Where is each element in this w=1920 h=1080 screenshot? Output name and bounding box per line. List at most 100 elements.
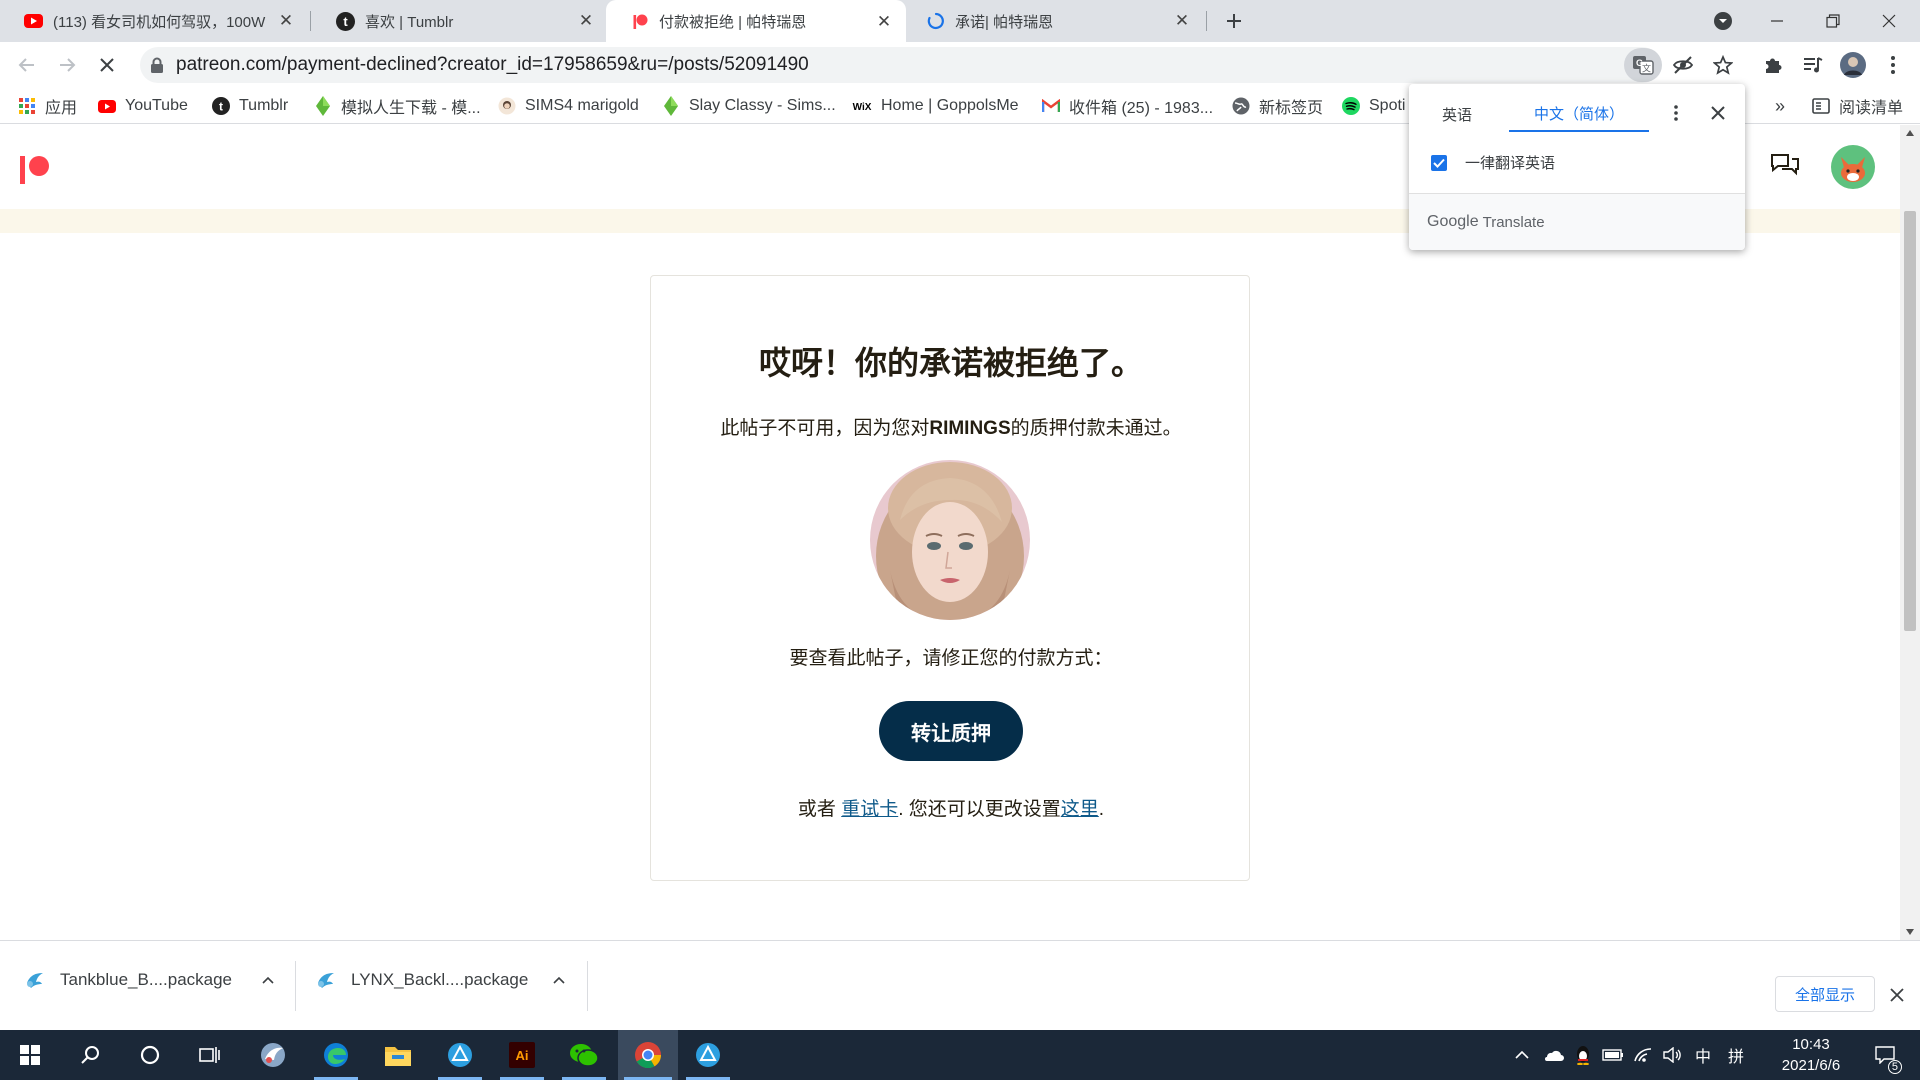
sims-package-icon <box>318 973 334 988</box>
taskbar-app-wechat[interactable] <box>556 1030 612 1080</box>
tracking-blocked-button[interactable] <box>1666 48 1700 82</box>
download-shelf: Tankblue_B....package LYNX_Backl....pack… <box>0 940 1920 1030</box>
scroll-up-arrow-icon[interactable] <box>1905 129 1915 137</box>
bookmark-new-tab[interactable]: 新标签页 <box>1232 88 1323 124</box>
arrow-right-icon <box>60 58 76 72</box>
new-tab-button[interactable] <box>1220 7 1248 35</box>
taskbar-app-chrome[interactable] <box>618 1030 678 1080</box>
bookmark-sims4-marigold[interactable]: SIMS4 marigold <box>498 88 639 124</box>
system-clock[interactable]: 10:43 2021/6/6 <box>1766 1034 1856 1076</box>
media-control-button[interactable] <box>1796 48 1830 82</box>
retry-card-link[interactable]: 重试卡 <box>841 799 898 820</box>
bookmark-slay-classy[interactable]: Slay Classy - Sims... <box>662 88 836 124</box>
tab-search-button[interactable] <box>1696 0 1750 42</box>
bookmark-tumblr[interactable]: t Tumblr <box>212 88 288 124</box>
taskbar-app-file-explorer[interactable] <box>370 1030 426 1080</box>
tab-strip: (113) 看女司机如何驾驭，100W ✕ t 喜欢 | Tumblr ✕ 付款… <box>0 0 1920 43</box>
close-icon <box>1711 106 1725 120</box>
close-download-shelf-button[interactable] <box>1890 988 1904 1007</box>
onedrive-tray[interactable] <box>1540 1030 1566 1080</box>
translate-page-button[interactable]: G文 <box>1624 48 1662 82</box>
start-button[interactable] <box>2 1030 58 1080</box>
taskbar-app-sims-launcher[interactable] <box>432 1030 488 1080</box>
profile-photo-icon <box>1840 52 1866 78</box>
always-translate-checkbox[interactable] <box>1431 154 1447 171</box>
user-avatar[interactable] <box>1831 145 1875 194</box>
eye-slash-icon <box>1672 56 1694 74</box>
taskbar-app-sims[interactable] <box>245 1030 301 1080</box>
wifi-icon <box>1634 1048 1652 1062</box>
taskbar-app-edge[interactable] <box>308 1030 364 1080</box>
cortana-button[interactable] <box>122 1030 178 1080</box>
chrome-icon <box>635 1042 662 1069</box>
tab-youtube[interactable]: (113) 看女司机如何驾驭，100W ✕ <box>0 0 308 42</box>
ime-mode-indicator[interactable]: 拼 <box>1723 1030 1749 1080</box>
chevron-up-icon[interactable] <box>553 976 565 984</box>
wifi-tray[interactable] <box>1630 1030 1656 1080</box>
download-item[interactable]: LYNX_Backl....package <box>315 955 565 1005</box>
show-all-downloads-button[interactable]: 全部显示 <box>1775 976 1875 1012</box>
bookmarks-overflow-button[interactable]: » <box>1775 88 1785 124</box>
search-icon <box>81 1046 99 1064</box>
bookmark-spotify[interactable]: Spoti <box>1342 88 1405 124</box>
minimize-icon <box>1771 20 1783 22</box>
profile-avatar[interactable] <box>1836 48 1870 82</box>
close-tab-icon[interactable]: ✕ <box>276 11 296 31</box>
browser-menu-button[interactable] <box>1876 48 1910 82</box>
page-scrollbar[interactable] <box>1900 125 1920 940</box>
bookmark-sims-download[interactable]: 模拟人生下载 - 模... <box>314 88 481 124</box>
download-item[interactable]: Tankblue_B....package <box>24 955 274 1005</box>
translate-options-button[interactable] <box>1673 104 1679 127</box>
volume-tray[interactable] <box>1660 1030 1686 1080</box>
patreon-logo[interactable] <box>20 155 50 190</box>
tab-title: (113) 看女司机如何驾驭，100W <box>53 13 266 31</box>
wix-icon: WiX <box>852 97 872 115</box>
close-tab-icon[interactable]: ✕ <box>576 11 596 31</box>
ime-language-indicator[interactable]: 中 <box>1690 1030 1716 1080</box>
tab-tumblr[interactable]: t 喜欢 | Tumblr ✕ <box>312 0 608 42</box>
bookmark-youtube[interactable]: YouTube <box>98 88 188 124</box>
translate-close-button[interactable] <box>1711 106 1725 125</box>
messages-button[interactable] <box>1770 153 1800 186</box>
extensions-button[interactable] <box>1756 48 1790 82</box>
taskbar-app-launcher-2[interactable] <box>680 1030 736 1080</box>
battery-tray[interactable] <box>1600 1030 1626 1080</box>
cloud-icon <box>1545 1050 1564 1061</box>
download-divider <box>295 961 296 1011</box>
qq-tray[interactable] <box>1570 1030 1596 1080</box>
scrollbar-thumb[interactable] <box>1904 211 1916 631</box>
scroll-down-arrow-icon[interactable] <box>1905 928 1915 936</box>
bookmark-label: 新标签页 <box>1259 100 1324 117</box>
address-bar[interactable]: patreon.com/payment-declined?creator_id=… <box>140 47 1660 83</box>
show-hidden-icons-button[interactable] <box>1510 1030 1534 1080</box>
back-button[interactable] <box>10 48 44 82</box>
search-button[interactable] <box>62 1030 118 1080</box>
restore-button[interactable] <box>1806 0 1860 42</box>
target-language-tab[interactable]: 中文（简体） <box>1509 96 1649 132</box>
tab-pledge[interactable]: 承诺| 帕特瑞恩 ✕ <box>902 0 1204 42</box>
tab-title: 喜欢 | Tumblr <box>365 13 454 31</box>
clock-date: 2021/6/6 <box>1781 1057 1841 1074</box>
chevron-up-icon <box>1515 1051 1529 1059</box>
close-tab-icon[interactable]: ✕ <box>1172 11 1192 31</box>
source-language-tab[interactable]: 英语 <box>1423 96 1491 132</box>
stop-loading-button[interactable] <box>90 48 124 82</box>
bookmark-apps[interactable]: 应用 <box>18 88 77 124</box>
action-center-button[interactable]: 5 <box>1866 1030 1906 1080</box>
creator-portrait-image <box>870 460 1030 620</box>
transfer-pledge-button[interactable]: 转让质押 <box>879 701 1023 761</box>
settings-here-link[interactable]: 这里 <box>1061 799 1099 820</box>
close-window-button[interactable] <box>1862 0 1916 42</box>
task-view-button[interactable] <box>182 1030 238 1080</box>
close-tab-icon[interactable]: ✕ <box>874 12 894 32</box>
reading-list-button[interactable]: 阅读清单 <box>1812 88 1903 124</box>
bookmark-gmail[interactable]: 收件箱 (25) - 1983... <box>1042 88 1213 124</box>
chevron-up-icon[interactable] <box>262 976 274 984</box>
tab-payment-declined[interactable]: 付款被拒绝 | 帕特瑞恩 ✕ <box>606 0 906 43</box>
bookmark-goppolsme[interactable]: WiX Home | GoppolsMe <box>852 88 1019 124</box>
minimize-button[interactable] <box>1750 0 1804 42</box>
forward-button[interactable] <box>50 48 84 82</box>
taskbar-app-illustrator[interactable]: Ai <box>494 1030 550 1080</box>
sims-package-icon <box>27 973 43 988</box>
bookmark-star-button[interactable] <box>1706 48 1740 82</box>
